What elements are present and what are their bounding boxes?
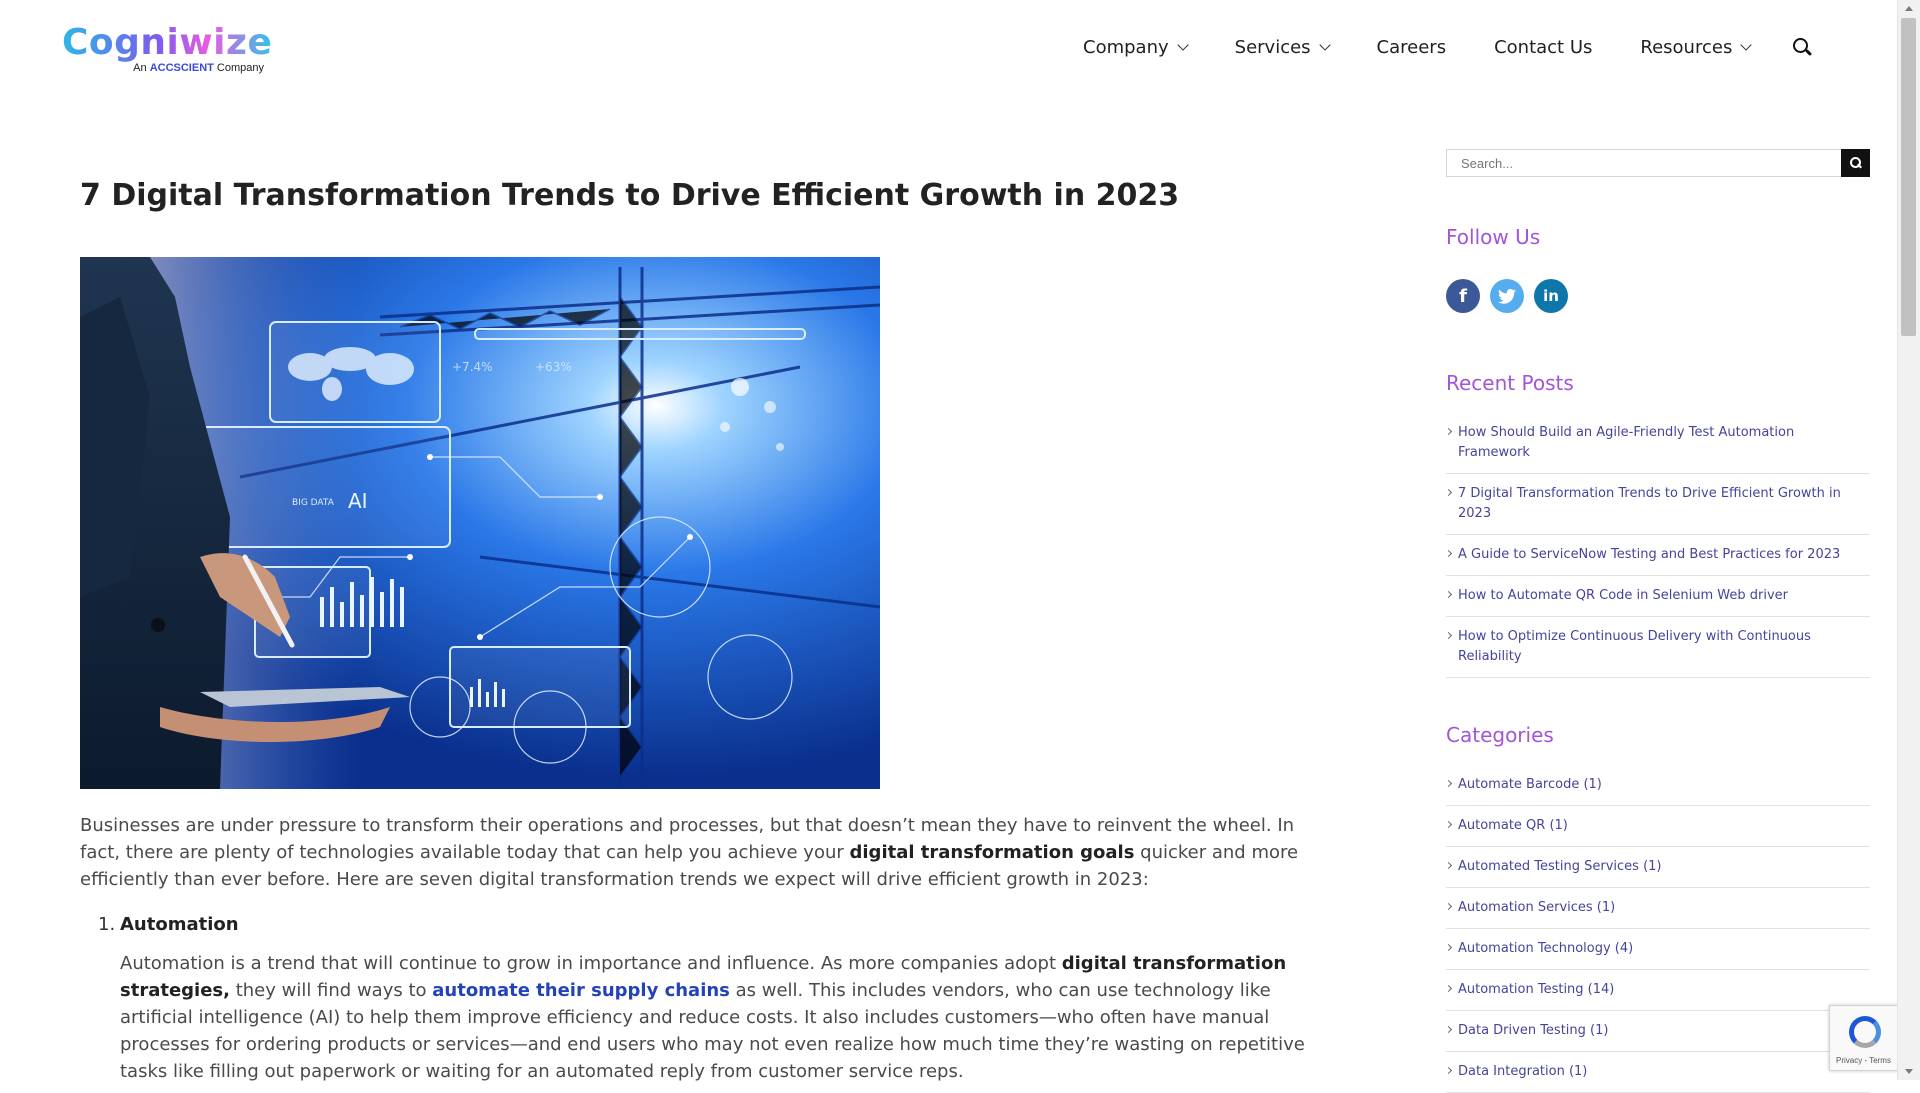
sidebar-search-input[interactable] (1447, 150, 1841, 176)
list-heading-automation: Automation (120, 914, 239, 935)
recent-posts-title: Recent Posts (1446, 371, 1574, 395)
categories-list: Automate Barcode (1) Automate QR (1) Aut… (1446, 765, 1870, 1093)
logo-tagline: An ACCSCIENT Company (133, 62, 264, 74)
linkedin-icon[interactable]: in (1534, 279, 1568, 313)
intro-bold: digital transformation goals (849, 842, 1135, 863)
nav-item-company[interactable]: Company (1083, 37, 1189, 58)
hero-pct1-text: +7.4% (452, 360, 493, 374)
category-link[interactable]: Automation Services (1) (1446, 888, 1870, 929)
recent-post-link[interactable]: A Guide to ServiceNow Testing and Best P… (1446, 535, 1870, 576)
search-icon[interactable] (1792, 37, 1813, 57)
facebook-icon[interactable]: f (1446, 279, 1480, 313)
recent-post-link[interactable]: 7 Digital Transformation Trends to Drive… (1446, 474, 1870, 535)
article: 7 Digital Transformation Trends to Drive… (80, 170, 1320, 1082)
recent-post-link[interactable]: How Should Build an Agile-Friendly Test … (1446, 413, 1870, 474)
category-link[interactable]: Data Integration (1) (1446, 1052, 1870, 1093)
sidebar-search-box (1446, 149, 1842, 177)
logo-wordmark: Cogniwize (62, 22, 273, 63)
recent-posts-list: How Should Build an Agile-Friendly Test … (1446, 413, 1870, 678)
scroll-up-icon[interactable] (1905, 6, 1913, 11)
category-link[interactable]: Automate QR (1) (1446, 806, 1870, 847)
chevron-down-icon (1176, 38, 1189, 51)
page-title: 7 Digital Transformation Trends to Drive… (80, 178, 1180, 213)
hero-pct2-text: +63% (535, 360, 572, 374)
chevron-down-icon (1740, 38, 1752, 51)
twitter-icon[interactable] (1490, 279, 1524, 313)
scroll-thumb[interactable] (1901, 18, 1916, 336)
hero-bigdata-text: BIG DATA (292, 498, 335, 508)
site-header: Cogniwize An ACCSCIENT Company Company S… (0, 0, 1898, 95)
list-body-automation: Automation is a trend that will continue… (120, 953, 1305, 1082)
category-link[interactable]: Automation Testing (14) (1446, 970, 1870, 1011)
recaptcha-icon (1849, 1016, 1881, 1048)
page-scrollbar[interactable] (1897, 0, 1920, 1080)
recent-post-link[interactable]: How to Automate QR Code in Selenium Web … (1446, 576, 1870, 617)
hero-image: AI BIG DATA +7.4% +63% (80, 257, 880, 789)
category-link[interactable]: Automated Testing Services (1) (1446, 847, 1870, 888)
category-link[interactable]: Automation Technology (4) (1446, 929, 1870, 970)
main-nav: Company Services Careers Contact Us Reso… (1083, 30, 1813, 64)
list-number: 1. (98, 914, 116, 935)
site-logo[interactable]: Cogniwize An ACCSCIENT Company (62, 22, 272, 78)
categories-title: Categories (1446, 723, 1554, 747)
category-link[interactable]: Data Driven Testing (1) (1446, 1011, 1870, 1052)
recaptcha-text: Privacy - Terms (1836, 1056, 1891, 1065)
intro-paragraph: Businesses are under pressure to transfo… (80, 815, 1299, 890)
hero-ai-text: AI (348, 489, 368, 513)
recaptcha-badge[interactable]: Privacy - Terms (1829, 1005, 1901, 1071)
follow-us-title: Follow Us (1446, 225, 1541, 249)
nav-item-services[interactable]: Services (1235, 37, 1331, 58)
nav-item-contact-us[interactable]: Contact Us (1494, 37, 1592, 58)
chevron-down-icon (1318, 38, 1331, 51)
category-link[interactable]: Automate Barcode (1) (1446, 765, 1870, 806)
social-links: f in (1446, 279, 1578, 313)
scroll-down-icon[interactable] (1905, 1069, 1913, 1074)
nav-item-resources[interactable]: Resources (1640, 37, 1752, 58)
nav-item-careers[interactable]: Careers (1377, 37, 1447, 58)
sidebar-search-button[interactable] (1841, 149, 1870, 177)
supply-chain-link[interactable]: automate their supply chains (432, 980, 730, 1001)
recent-post-link[interactable]: How to Optimize Continuous Delivery with… (1446, 617, 1870, 678)
